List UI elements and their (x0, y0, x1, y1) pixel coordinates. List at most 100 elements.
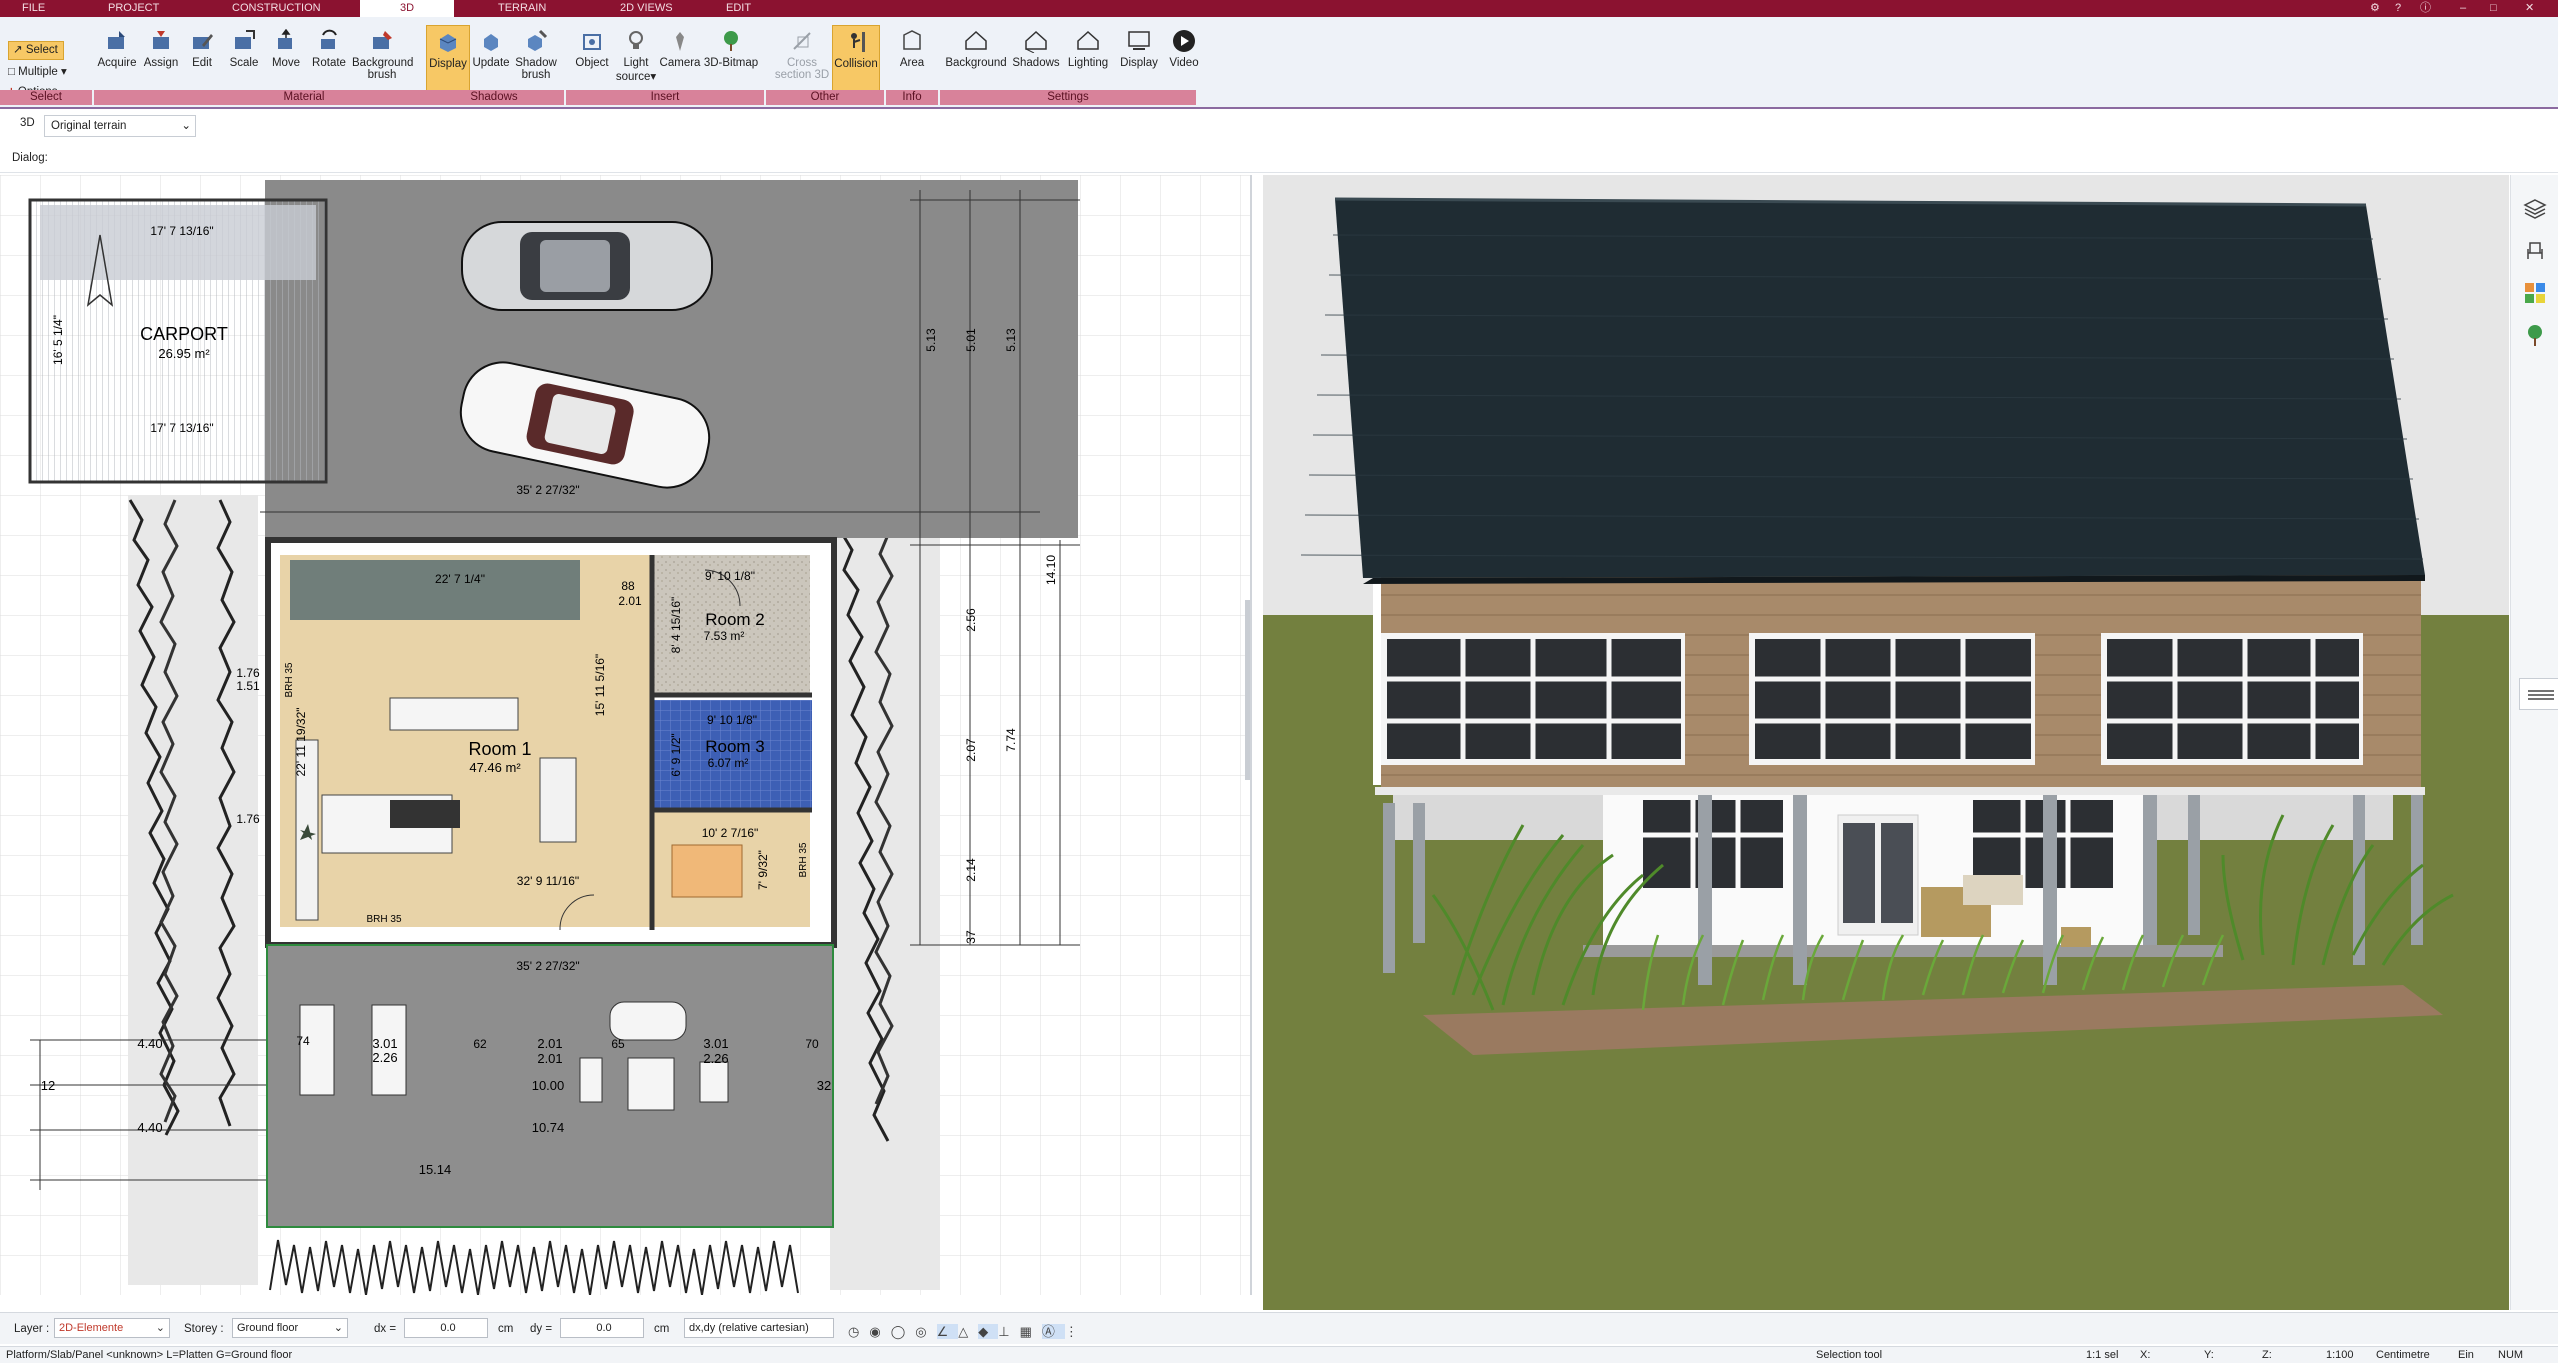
coord-mode-value: dx,dy (relative cartesian) (689, 1322, 809, 1334)
group-insert: Insert (566, 90, 764, 105)
minimize-icon[interactable]: – (2460, 0, 2466, 17)
dim-201c: 2.01 (537, 1051, 562, 1066)
dim-top-wall: 22' 7 1/4" (435, 572, 485, 586)
acquire-icon (108, 31, 125, 49)
lighting-house-icon (1077, 30, 1099, 50)
shadow-brush-label-2: brush (521, 69, 551, 81)
tab-edit[interactable]: EDIT (726, 0, 766, 17)
plants-icon[interactable] (2523, 323, 2547, 347)
tab-construction[interactable]: CONSTRUCTION (232, 0, 332, 17)
multiple-button[interactable]: □ Multiple ▾ (8, 63, 67, 81)
car-dark[interactable] (461, 221, 713, 311)
dx-unit: cm (498, 1323, 514, 1335)
window-middle[interactable] (1749, 633, 2035, 765)
panel-collapse-button[interactable] (2519, 678, 2558, 710)
storey-dropdown[interactable]: Ground floor ⌄ (232, 1318, 348, 1338)
stairs[interactable] (290, 560, 580, 620)
terrain-dropdown[interactable]: Original terrain ⌄ (44, 115, 196, 137)
dim-301b: 3.01 (703, 1036, 728, 1051)
snap-tools[interactable]: ◷◉◯◎∠△◆⊥▦Ⓐ⋮ (848, 1321, 1088, 1340)
snap-ortho-icon[interactable]: ◆ (978, 1324, 999, 1339)
storey-label: Storey : (184, 1323, 224, 1335)
sun-lounger-1[interactable] (299, 1004, 335, 1096)
more-icon[interactable]: ⋮ (1065, 1324, 1088, 1339)
dim-62: 62 (473, 1037, 487, 1051)
plan-scrollbar[interactable] (1245, 600, 1251, 780)
shadow-brush-icon (528, 29, 548, 51)
house-floorplan[interactable]: Room 1 47.46 m² Room 2 7.53 m² Room 3 6.… (236, 537, 837, 957)
dy-value: 0.0 (596, 1322, 612, 1334)
tools-icon[interactable]: ⚙ (2370, 0, 2380, 17)
snap-edge-icon[interactable]: △ (958, 1324, 978, 1339)
layers-icon[interactable] (2523, 197, 2547, 221)
tab-terrain[interactable]: TERRAIN (498, 0, 558, 17)
rotate-label: Rotate (312, 57, 346, 69)
carport[interactable]: CARPORT 26.95 m² 17' 7 13/16" 17' 7 13/1… (28, 198, 328, 484)
info-icon[interactable]: ⓘ (2420, 0, 2431, 17)
room-1-area: 47.46 m² (469, 760, 521, 775)
snap-angle-icon[interactable]: ∠ (936, 1324, 959, 1339)
carport-area: 26.95 m² (158, 346, 210, 361)
3d-render-canvas[interactable] (1263, 175, 2509, 1310)
dim-207: 2.07 (964, 738, 978, 762)
terrace-table[interactable] (627, 1057, 675, 1111)
select-button[interactable]: ↗ Select (8, 41, 64, 60)
coord-mode-dropdown[interactable]: dx,dy (relative cartesian) (684, 1318, 834, 1338)
clock-icon[interactable]: ◷ (848, 1324, 869, 1339)
dx-input[interactable]: 0.0 (404, 1318, 488, 1338)
roof-3d[interactable] (1300, 197, 2425, 584)
snap-line-icon[interactable]: ◯ (891, 1324, 916, 1339)
assign-label: Assign (143, 57, 179, 69)
dim-37: 37 (964, 930, 978, 944)
acquire-label: Acquire (97, 57, 137, 69)
tab-3d[interactable]: 3D (360, 0, 454, 17)
grid-icon[interactable]: ▦ (1020, 1324, 1042, 1339)
lighting-label: Lighting (1067, 57, 1109, 69)
tab-file[interactable]: FILE (22, 0, 62, 17)
dim-room-3-width: 9' 10 1/8" (707, 713, 757, 727)
snap-point-icon[interactable]: ◉ (869, 1324, 890, 1339)
camera-icon (676, 32, 684, 51)
window-right[interactable] (2101, 633, 2363, 765)
materials-icon[interactable] (2523, 281, 2547, 305)
menu-lines-icon (2528, 690, 2554, 700)
hedge-right (830, 529, 940, 1290)
snap-perp-icon[interactable]: ⊥ (998, 1324, 1019, 1339)
group-shadows: Shadows (424, 90, 564, 105)
carport-label: CARPORT (140, 324, 228, 344)
dim-201b: 2.01 (537, 1036, 562, 1051)
edit-icon (193, 34, 213, 49)
shadows-label: Shadows (1012, 57, 1060, 69)
layer-dropdown[interactable]: 2D-Elemente ⌄ (54, 1318, 170, 1338)
dim-room-1-height: 15' 11 5/16" (593, 654, 607, 716)
object-label: Object (575, 57, 609, 69)
dim-1000: 10.00 (532, 1078, 565, 1093)
view-toolbar: 3D Original terrain ⌄ (0, 111, 2558, 143)
help-icon[interactable]: ? (2395, 0, 2401, 17)
brh-label-1: BRH 35 (366, 914, 401, 925)
cross-section-label-1: Cross (786, 57, 818, 69)
window-left[interactable] (1381, 633, 1685, 765)
furniture-icon[interactable] (2523, 239, 2547, 263)
north-icon[interactable]: Ⓐ (1041, 1324, 1065, 1339)
video-label: Video (1169, 57, 1199, 69)
dim-513b: 5.13 (1004, 328, 1018, 352)
status-tool: Selection tool (1816, 1349, 1883, 1361)
floor-plan-canvas[interactable]: CARPORT 26.95 m² 17' 7 13/16" 17' 7 13/1… (0, 175, 1252, 1295)
display-settings-label: Display (1120, 57, 1158, 69)
tab-project[interactable]: PROJECT (108, 0, 168, 17)
restore-icon[interactable]: □ (2490, 0, 2497, 17)
3d-view[interactable] (1263, 175, 2509, 1310)
group-select: Select (0, 90, 92, 105)
dim-440b: 4.40 (137, 1120, 162, 1135)
close-icon[interactable]: ✕ (2525, 0, 2534, 17)
snap-mid-icon[interactable]: ◎ (915, 1324, 936, 1339)
rotate-icon (321, 29, 337, 49)
dim-774: 7.74 (1004, 728, 1018, 752)
dy-label: dy = (530, 1323, 553, 1335)
dim-74: 74 (296, 1034, 310, 1048)
dim-70: 70 (805, 1037, 819, 1051)
floor-plan-view[interactable]: CARPORT 26.95 m² 17' 7 13/16" 17' 7 13/1… (0, 175, 1252, 1295)
tab-2d-views[interactable]: 2D VIEWS (620, 0, 690, 17)
dy-input[interactable]: 0.0 (560, 1318, 644, 1338)
